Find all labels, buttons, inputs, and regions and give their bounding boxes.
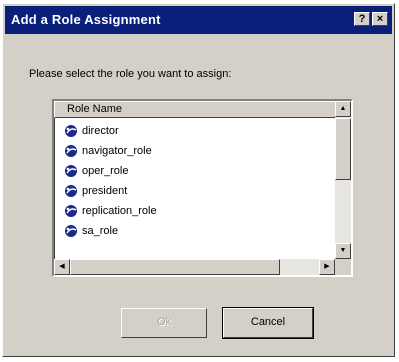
role-icon: [65, 185, 77, 197]
scroll-right-button[interactable]: ▶: [319, 259, 335, 275]
role-listbox[interactable]: Role Name director navigator_role oper_r…: [52, 99, 353, 277]
role-name: sa_role: [82, 225, 119, 237]
role-assignment-dialog: Add a Role Assignment ? × Please select …: [2, 3, 395, 357]
list-item[interactable]: director: [54, 121, 336, 141]
list-item[interactable]: replication_role: [54, 201, 336, 221]
arrow-left-icon: ◀: [59, 263, 65, 270]
role-icon: [65, 205, 77, 217]
horizontal-scroll-thumb[interactable]: [70, 259, 280, 275]
role-icon: [65, 125, 77, 137]
role-name: oper_role: [82, 165, 129, 177]
scroll-down-button[interactable]: ▼: [335, 243, 351, 259]
help-icon: ?: [358, 13, 366, 25]
prompt-label: Please select the role you want to assig…: [29, 68, 232, 80]
vertical-scroll-thumb[interactable]: [335, 118, 351, 180]
column-header-role-name[interactable]: Role Name: [54, 101, 336, 118]
help-button[interactable]: ?: [354, 12, 370, 26]
dialog-title: Add a Role Assignment: [11, 12, 161, 27]
ok-button[interactable]: Ok: [121, 308, 207, 338]
role-icon: [65, 165, 77, 177]
list-item[interactable]: sa_role: [54, 221, 336, 241]
scroll-up-button[interactable]: ▲: [335, 101, 351, 117]
role-list: director navigator_role oper_role presid…: [54, 121, 336, 241]
horizontal-scrollbar[interactable]: ◀ ▶: [54, 259, 335, 275]
arrow-down-icon: ▼: [339, 247, 347, 254]
scrollbar-corner: [335, 259, 351, 275]
list-item[interactable]: navigator_role: [54, 141, 336, 161]
arrow-up-icon: ▲: [339, 105, 347, 112]
role-icon: [65, 145, 77, 157]
role-name: president: [82, 185, 128, 197]
arrow-right-icon: ▶: [324, 263, 330, 270]
close-button[interactable]: ×: [372, 12, 388, 26]
scroll-left-button[interactable]: ◀: [54, 259, 70, 275]
role-name: director: [82, 125, 119, 137]
role-name: navigator_role: [82, 145, 152, 157]
list-item[interactable]: oper_role: [54, 161, 336, 181]
role-icon: [65, 225, 77, 237]
list-item[interactable]: president: [54, 181, 336, 201]
role-name: replication_role: [82, 205, 157, 217]
title-bar[interactable]: Add a Role Assignment ? ×: [5, 6, 392, 34]
cancel-button[interactable]: Cancel: [222, 307, 314, 339]
vertical-scrollbar[interactable]: ▲ ▼: [335, 101, 351, 259]
close-icon: ×: [376, 13, 384, 25]
